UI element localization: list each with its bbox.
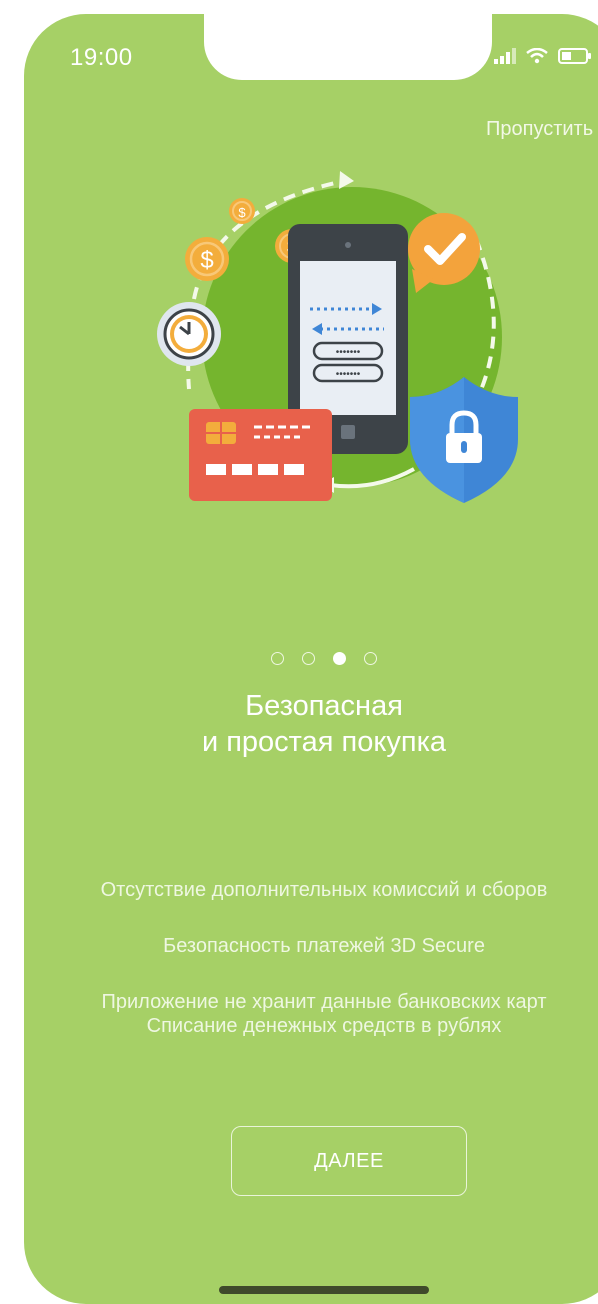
title-line-1: Безопасная [245,690,403,722]
next-button[interactable]: ДАЛЕЕ [231,1126,467,1196]
page-dot-1[interactable] [271,652,284,665]
svg-text:$: $ [238,205,246,220]
feature-item: Безопасность платежей 3D Secure [163,935,485,957]
page-dot-4[interactable] [364,652,377,665]
skip-button[interactable]: Пропустить [486,118,593,141]
shield-lock-icon [410,377,518,503]
page-dot-2[interactable] [302,652,315,665]
onboarding-title: Безопасная и простая покупка [24,688,598,760]
status-icons [494,48,592,64]
title-line-2: и простая покупка [201,726,447,758]
credit-card-icon [189,409,332,501]
feature-item: Списание денежных средств в рублях [146,1015,502,1037]
svg-text:•••••••: ••••••• [336,347,361,358]
page-indicator [24,652,598,665]
page-dot-3[interactable] [333,652,346,665]
feature-item: Приложение не хранит данные банковских к… [101,991,547,1013]
clock-icon [157,302,221,366]
svg-text:•••••••: ••••••• [336,369,361,380]
onboarding-screen: 19:00 Пропустить $ $ ••••••• ••••••• Без… [24,14,598,1304]
wifi-icon [526,48,548,64]
status-time: 19:00 [70,44,133,71]
feature-item: Отсутствие дополнительных комиссий и сбо… [100,879,548,901]
signal-icon [494,48,516,64]
svg-text:$: $ [200,247,213,274]
battery-icon [558,48,591,64]
secure-payment-illustration: $ $ $ •••• [157,171,518,503]
device-notch [204,14,492,80]
